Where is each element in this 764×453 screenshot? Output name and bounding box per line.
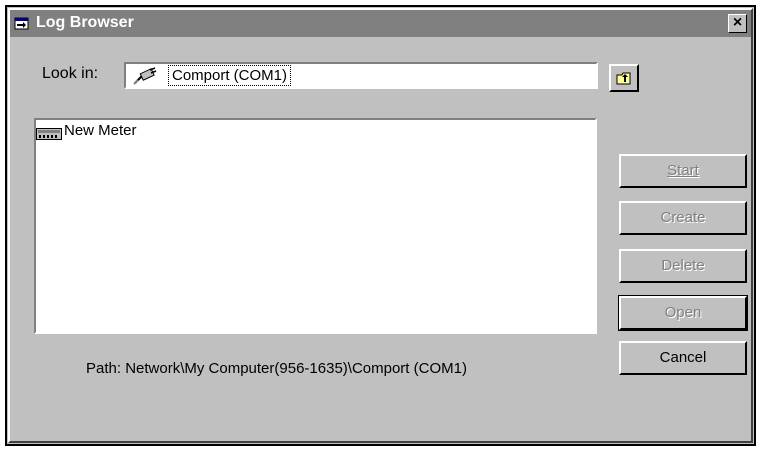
create-button-label: Create	[660, 209, 706, 226]
up-folder-icon	[616, 72, 631, 85]
cancel-button-label: Cancel	[659, 349, 707, 366]
open-button-label: Open	[664, 304, 702, 321]
delete-button-label: Delete	[661, 257, 705, 274]
create-button[interactable]: Create	[619, 201, 747, 235]
open-button[interactable]: Open	[618, 295, 748, 331]
start-button-label: Start	[667, 162, 699, 179]
meter-icon	[36, 128, 62, 140]
delete-button[interactable]: Delete	[619, 249, 747, 283]
close-icon: ×	[732, 14, 743, 31]
list-item-label: New Meter	[64, 122, 137, 139]
up-one-level-button[interactable]	[609, 64, 639, 92]
title-bar[interactable]: Log Browser ×	[10, 10, 751, 37]
comport-icon	[133, 67, 157, 85]
look-in-label: Look in:	[42, 65, 99, 82]
close-button[interactable]: ×	[728, 14, 747, 33]
start-button[interactable]: Start	[619, 154, 747, 188]
file-list[interactable]: New Meter	[34, 118, 597, 334]
path-label: Path: Network\My Computer(956-1635)\Comp…	[86, 360, 467, 377]
look-in-value: Comport (COM1)	[168, 65, 292, 86]
window-title: Log Browser	[36, 14, 134, 31]
window-icon	[14, 17, 29, 30]
cancel-button[interactable]: Cancel	[619, 341, 747, 375]
look-in-dropdown[interactable]: Comport (COM1)	[124, 62, 598, 89]
